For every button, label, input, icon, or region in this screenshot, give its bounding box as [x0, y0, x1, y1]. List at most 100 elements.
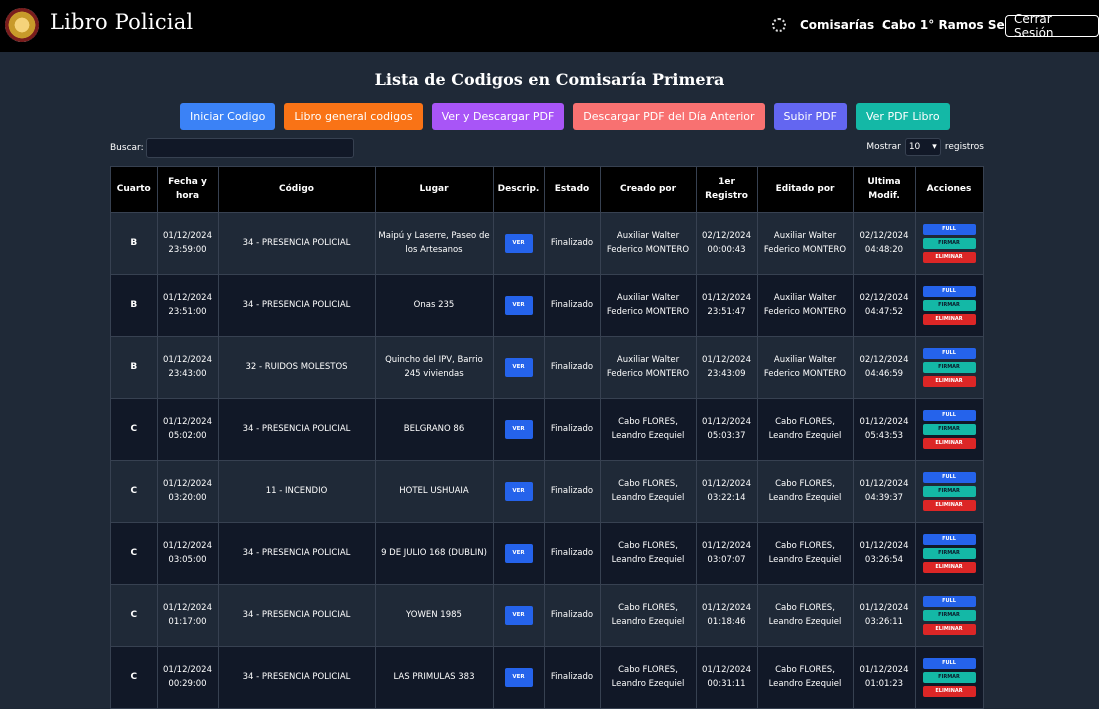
eliminar-button[interactable]: ELIMINAR	[922, 624, 976, 635]
eliminar-button[interactable]: ELIMINAR	[922, 686, 976, 697]
ver-button[interactable]: VER	[504, 544, 533, 563]
cell-estado: Finalizado	[544, 460, 601, 523]
eliminar-button[interactable]: ELIMINAR	[922, 438, 976, 449]
action-toolbar: Iniciar Codigo Libro general codigos Ver y…	[180, 103, 950, 130]
cell-registro: 01/12/2024 23:51:47	[696, 274, 758, 337]
column-header[interactable]: Creado por	[600, 167, 697, 213]
cell-modif: 02/12/2024 04:47:52	[853, 274, 916, 337]
cell-cuarto: C	[111, 460, 158, 523]
cell-acciones: FULL FIRMAR ELIMINAR	[915, 584, 984, 647]
full-button[interactable]: FULL	[922, 596, 976, 607]
cell-cuarto: C	[111, 646, 158, 708]
eliminar-button[interactable]: ELIMINAR	[922, 314, 976, 325]
column-header[interactable]: Fecha y hora	[157, 167, 219, 213]
table-header-row: Cuarto Fecha y hora Código Lugar Descrip. Est…	[111, 167, 984, 213]
ver-button[interactable]: VER	[504, 358, 533, 377]
cell-fecha: 01/12/2024 00:29:00	[157, 646, 219, 708]
full-button[interactable]: FULL	[922, 472, 976, 483]
table-row: C 01/12/2024 03:20:00 11 - INCENDIO HOTEL U…	[111, 460, 984, 523]
column-header[interactable]: Estado	[544, 167, 601, 213]
toolbar-button-1[interactable]: Libro general codigos	[284, 103, 423, 130]
toolbar-button-4[interactable]: Subir PDF	[773, 103, 847, 130]
cell-editado: Cabo FLORES, Leandro Ezequiel	[757, 584, 854, 647]
table-row: B 01/12/2024 23:43:00 32 - RUIDOS MOLESTOS…	[111, 336, 984, 399]
column-header[interactable]: Cuarto	[111, 167, 158, 213]
cell-registro: 01/12/2024 05:03:37	[696, 398, 758, 461]
search-input[interactable]	[145, 138, 354, 158]
full-button[interactable]: FULL	[922, 658, 976, 669]
cell-cuarto: C	[111, 398, 158, 461]
cell-modif: 02/12/2024 04:46:59	[853, 336, 916, 399]
cell-cuarto: C	[111, 522, 158, 585]
full-button[interactable]: FULL	[922, 224, 976, 235]
full-button[interactable]: FULL	[922, 410, 976, 421]
cell-fecha: 01/12/2024 23:51:00	[157, 274, 219, 337]
eliminar-button[interactable]: ELIMINAR	[922, 252, 976, 263]
cell-acciones: FULL FIRMAR ELIMINAR	[915, 460, 984, 523]
page-length-control: Mostrar 10 ▾ registros	[866, 138, 984, 156]
column-header[interactable]: Ultima Modif.	[853, 167, 916, 213]
firmar-button[interactable]: FIRMAR	[922, 238, 976, 249]
row-actions: FULL FIRMAR ELIMINAR	[917, 410, 982, 449]
cell-fecha: 01/12/2024 03:20:00	[157, 460, 219, 523]
column-header[interactable]: Lugar	[375, 167, 494, 213]
ver-button[interactable]: VER	[504, 668, 533, 687]
column-header[interactable]: 1er Registro	[696, 167, 758, 213]
police-logo[interactable]	[5, 8, 39, 42]
cell-cuarto: B	[111, 274, 158, 337]
toolbar-button-0[interactable]: Iniciar Codigo	[180, 103, 276, 130]
column-header[interactable]: Código	[218, 167, 376, 213]
ver-button[interactable]: VER	[504, 296, 533, 315]
column-header[interactable]: Editado por	[757, 167, 854, 213]
brand-title[interactable]: Libro Policial	[50, 10, 193, 34]
ver-button[interactable]: VER	[504, 482, 533, 501]
row-actions: FULL FIRMAR ELIMINAR	[917, 224, 982, 263]
cell-editado: Cabo FLORES, Leandro Ezequiel	[757, 522, 854, 585]
firmar-button[interactable]: FIRMAR	[922, 548, 976, 559]
eliminar-button[interactable]: ELIMINAR	[922, 376, 976, 387]
cell-creado: Cabo FLORES, Leandro Ezequiel	[600, 522, 697, 585]
cell-lugar: Onas 235	[375, 274, 494, 337]
comisarias-dropdown[interactable]: Comisarías ⌄	[800, 18, 889, 32]
cell-acciones: FULL FIRMAR ELIMINAR	[915, 646, 984, 708]
cell-descrip: VER	[493, 584, 545, 647]
full-button[interactable]: FULL	[922, 286, 976, 297]
eliminar-button[interactable]: ELIMINAR	[922, 562, 976, 573]
column-header[interactable]: Acciones	[915, 167, 984, 213]
cell-editado: Cabo FLORES, Leandro Ezequiel	[757, 460, 854, 523]
cell-modif: 02/12/2024 04:48:20	[853, 212, 916, 275]
eliminar-button[interactable]: ELIMINAR	[922, 500, 976, 511]
ver-button[interactable]: VER	[504, 234, 533, 253]
toolbar-button-5[interactable]: Ver PDF Libro	[855, 103, 950, 130]
ver-button[interactable]: VER	[504, 420, 533, 439]
row-actions: FULL FIRMAR ELIMINAR	[917, 472, 982, 511]
firmar-button[interactable]: FIRMAR	[922, 672, 976, 683]
page-length-value: 10	[908, 142, 921, 152]
firmar-button[interactable]: FIRMAR	[922, 424, 976, 435]
cell-registro: 01/12/2024 23:43:09	[696, 336, 758, 399]
full-button[interactable]: FULL	[922, 534, 976, 545]
toolbar-button-2[interactable]: Ver y Descargar PDF	[431, 103, 565, 130]
cell-fecha: 01/12/2024 23:59:00	[157, 212, 219, 275]
firmar-button[interactable]: FIRMAR	[922, 300, 976, 311]
cell-editado: Cabo FLORES, Leandro Ezequiel	[757, 398, 854, 461]
cell-creado: Cabo FLORES, Leandro Ezequiel	[600, 584, 697, 647]
toolbar-button-3[interactable]: Descargar PDF del Día Anterior	[573, 103, 765, 130]
ver-button[interactable]: VER	[504, 606, 533, 625]
table-row: C 01/12/2024 03:05:00 34 - PRESENCIA POLIC…	[111, 522, 984, 585]
firmar-button[interactable]: FIRMAR	[922, 610, 976, 621]
cell-lugar: BELGRANO 86	[375, 398, 494, 461]
page-length-select[interactable]: 10 ▾	[904, 138, 941, 156]
cell-creado: Auxiliar Walter Federico MONTERO	[600, 274, 697, 337]
column-header[interactable]: Descrip.	[493, 167, 545, 213]
firmar-button[interactable]: FIRMAR	[922, 486, 976, 497]
top-navbar: Libro Policial Comisarías ⌄ Cabo 1° Ramo…	[0, 0, 1099, 52]
full-button[interactable]: FULL	[922, 348, 976, 359]
logout-button[interactable]: Cerrar Sesión	[1005, 12, 1099, 40]
show-suffix: registros	[944, 142, 984, 152]
firmar-button[interactable]: FIRMAR	[922, 362, 976, 373]
cell-creado: Cabo FLORES, Leandro Ezequiel	[600, 398, 697, 461]
cell-codigo: 34 - PRESENCIA POLICIAL	[218, 212, 376, 275]
cell-lugar: Maipú y Laserre, Paseo de los Artesanos	[375, 212, 494, 275]
cell-lugar: YOWEN 1985	[375, 584, 494, 647]
